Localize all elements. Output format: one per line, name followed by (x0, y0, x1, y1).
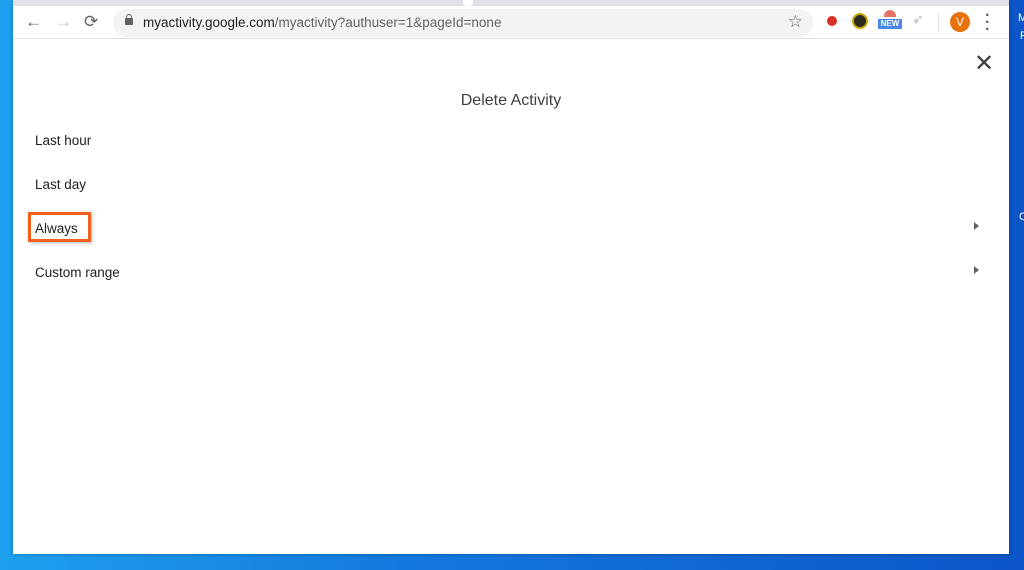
highlight-box (28, 212, 91, 242)
forward-button[interactable]: → (55, 11, 72, 33)
extension-red-icon[interactable] (827, 16, 837, 26)
bookmark-star-icon[interactable]: ☆ (788, 12, 803, 32)
option-last-hour[interactable]: Last hour (35, 133, 91, 148)
desktop-text-fragment: F (1020, 30, 1024, 42)
url-host: myactivity.google.com (143, 15, 275, 30)
option-custom-range[interactable]: Custom range (35, 265, 120, 280)
close-icon[interactable]: ✕ (974, 52, 994, 76)
address-bar[interactable]: myactivity.google.com/myactivity?authuse… (113, 9, 813, 37)
browser-window: ← → ⟳ myactivity.google.com/myactivity?a… (13, 0, 1009, 554)
reload-button[interactable]: ⟳ (84, 11, 98, 33)
extension-feather-icon[interactable]: ➶ (912, 11, 924, 28)
dialog-title: Delete Activity (460, 92, 562, 109)
extension-keeper-icon[interactable] (852, 13, 868, 29)
browser-menu-icon[interactable]: · · · (985, 8, 991, 38)
chevron-right-icon (974, 222, 979, 230)
url-path: /myactivity?authuser=1&pageId=none (274, 15, 502, 30)
url-text: myactivity.google.com/myactivity?authuse… (143, 15, 501, 30)
profile-avatar[interactable]: V (950, 12, 970, 32)
lock-icon (125, 14, 133, 25)
toolbar-divider (938, 14, 939, 32)
new-badge: NEW (878, 19, 902, 29)
extension-new-icon[interactable]: NEW (878, 10, 902, 34)
back-button[interactable]: ← (25, 11, 42, 33)
desktop-text-fragment: M (1018, 12, 1024, 24)
browser-toolbar: ← → ⟳ myactivity.google.com/myactivity?a… (13, 6, 1009, 39)
desktop-text-fragment: C (1019, 211, 1024, 223)
option-last-day[interactable]: Last day (35, 177, 86, 192)
chevron-right-icon (974, 266, 979, 274)
